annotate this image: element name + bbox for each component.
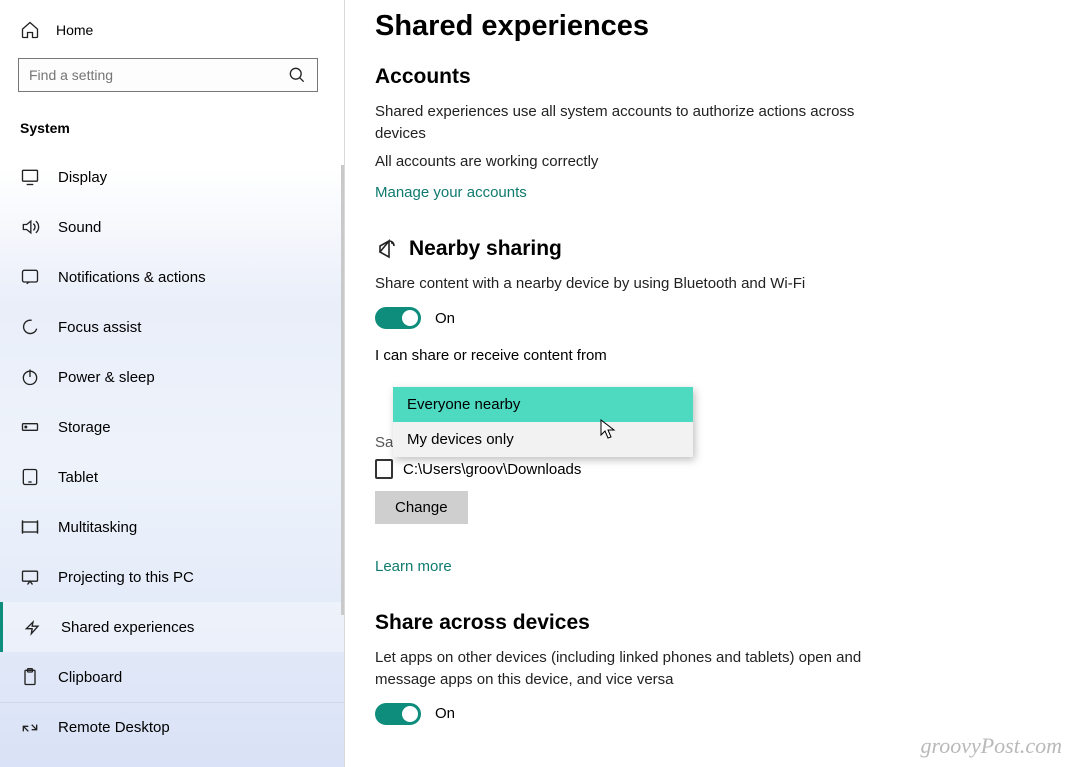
home-label: Home	[56, 22, 93, 38]
sidebar-item-tablet[interactable]: Tablet	[0, 452, 344, 502]
multitasking-icon	[20, 517, 40, 537]
sidebar-item-label: Multitasking	[58, 519, 137, 536]
sidebar-item-display[interactable]: Display	[0, 152, 344, 202]
notifications-icon	[20, 267, 40, 287]
sidebar-item-label: Notifications & actions	[58, 269, 206, 286]
nearby-sharing-toggle[interactable]	[375, 307, 421, 329]
sidebar-item-label: Storage	[58, 419, 111, 436]
sidebar-item-sound[interactable]: Sound	[0, 202, 344, 252]
nearby-sharing-icon	[375, 237, 399, 261]
sidebar-item-label: Focus assist	[58, 319, 141, 336]
sidebar-item-label: Display	[58, 169, 107, 186]
share-from-label: I can share or receive content from	[375, 347, 1040, 364]
save-files-path: C:\Users\groov\Downloads	[403, 461, 581, 478]
settings-content: Shared experiences Accounts Shared exper…	[345, 0, 1080, 767]
sidebar-item-power-sleep[interactable]: Power & sleep	[0, 352, 344, 402]
sound-icon	[20, 217, 40, 237]
search-input-wrapper[interactable]	[18, 58, 318, 92]
focus-assist-icon	[20, 317, 40, 337]
search-icon	[287, 65, 307, 85]
remote-desktop-icon	[20, 718, 40, 738]
dropdown-option-my-devices-only[interactable]: My devices only	[393, 422, 693, 457]
sidebar-category-label: System	[0, 104, 344, 142]
settings-sidebar: Home System Display Sound Notifi	[0, 0, 345, 767]
power-icon	[20, 367, 40, 387]
sidebar-item-label: Sound	[58, 219, 101, 236]
sidebar-item-multitasking[interactable]: Multitasking	[0, 502, 344, 552]
sidebar-item-clipboard[interactable]: Clipboard	[0, 652, 344, 702]
home-button[interactable]: Home	[0, 10, 344, 50]
display-icon	[20, 167, 40, 187]
folder-icon	[375, 459, 393, 479]
nearby-sharing-description: Share content with a nearby device by us…	[375, 273, 905, 295]
sidebar-item-projecting[interactable]: Projecting to this PC	[0, 552, 344, 602]
sidebar-item-shared-experiences[interactable]: Shared experiences	[0, 602, 344, 652]
sidebar-scrollbar[interactable]	[341, 165, 344, 615]
dropdown-option-everyone-nearby[interactable]: Everyone nearby	[393, 387, 693, 422]
share-across-toggle-state: On	[435, 705, 455, 722]
page-title: Shared experiences	[375, 10, 1040, 43]
sidebar-nav: Display Sound Notifications & actions Fo…	[0, 152, 344, 752]
shared-experiences-icon	[23, 617, 43, 637]
learn-more-link[interactable]: Learn more	[375, 558, 452, 575]
sidebar-item-label: Shared experiences	[61, 619, 194, 636]
nearby-sharing-toggle-state: On	[435, 310, 455, 327]
sidebar-item-label: Tablet	[58, 469, 98, 486]
share-across-heading: Share across devices	[375, 611, 1040, 635]
sidebar-item-notifications[interactable]: Notifications & actions	[0, 252, 344, 302]
tablet-icon	[20, 467, 40, 487]
sidebar-item-label: Remote Desktop	[58, 719, 170, 736]
accounts-heading: Accounts	[375, 65, 1040, 89]
nearby-sharing-heading: Nearby sharing	[375, 237, 1040, 261]
home-icon	[20, 20, 40, 40]
sidebar-item-remote-desktop[interactable]: Remote Desktop	[0, 702, 344, 752]
sidebar-item-label: Power & sleep	[58, 369, 155, 386]
change-folder-button[interactable]: Change	[375, 491, 468, 524]
share-from-dropdown[interactable]: Everyone nearby My devices only	[393, 387, 693, 457]
share-across-description: Let apps on other devices (including lin…	[375, 647, 905, 691]
clipboard-icon	[20, 667, 40, 687]
accounts-description: Shared experiences use all system accoun…	[375, 101, 905, 145]
share-across-toggle[interactable]	[375, 703, 421, 725]
sidebar-item-storage[interactable]: Storage	[0, 402, 344, 452]
sidebar-item-label: Projecting to this PC	[58, 569, 194, 586]
projecting-icon	[20, 567, 40, 587]
manage-accounts-link[interactable]: Manage your accounts	[375, 184, 527, 201]
nearby-sharing-heading-text: Nearby sharing	[409, 237, 562, 261]
search-input[interactable]	[29, 67, 287, 83]
accounts-status: All accounts are working correctly	[375, 151, 905, 173]
storage-icon	[20, 417, 40, 437]
sidebar-item-focus-assist[interactable]: Focus assist	[0, 302, 344, 352]
sidebar-item-label: Clipboard	[58, 669, 122, 686]
